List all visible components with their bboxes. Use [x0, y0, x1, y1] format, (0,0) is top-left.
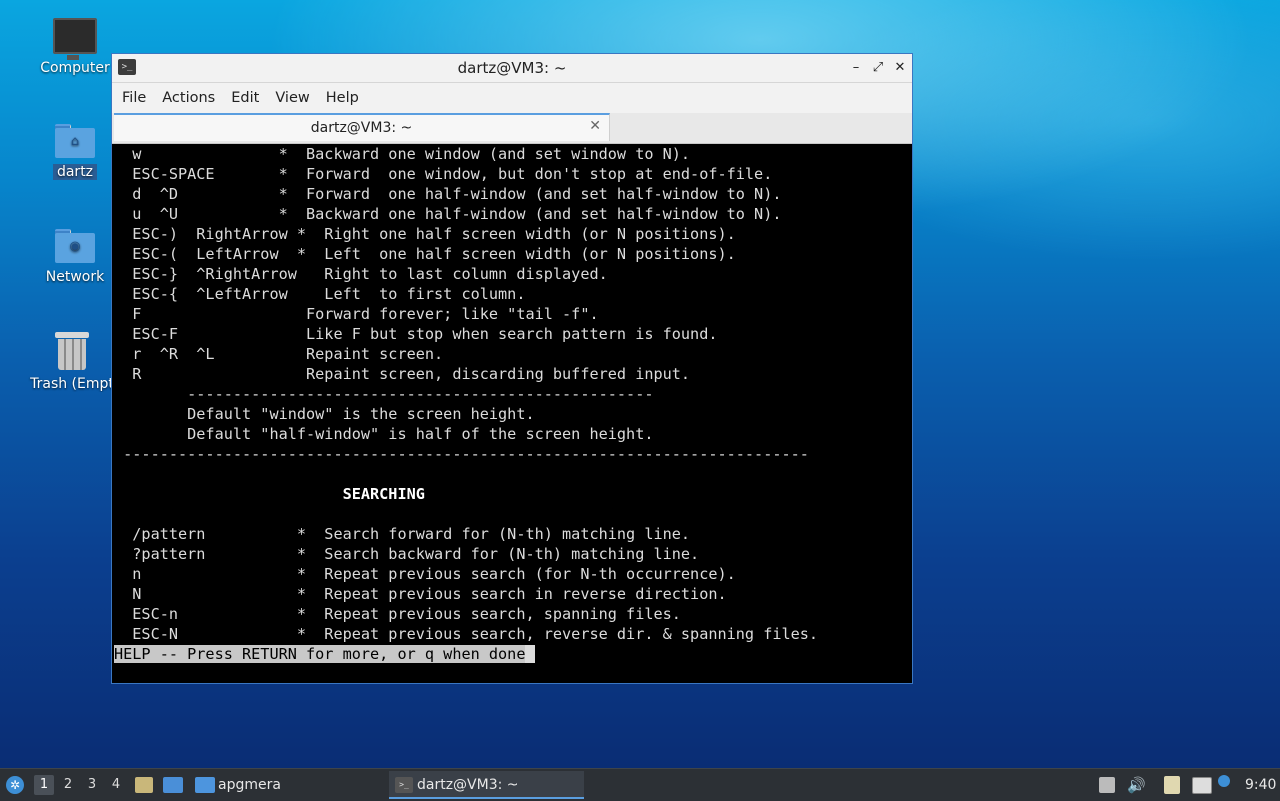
terminal-line: Default "window" is the screen height.: [114, 405, 535, 423]
desktop-icon-label: dartz: [30, 164, 120, 180]
window-title: dartz@VM3: ~: [457, 59, 567, 77]
menu-bar: File Actions Edit View Help: [112, 83, 912, 113]
terminal-line: ESC-SPACE * Forward one window, but don'…: [114, 165, 773, 183]
pager-prompt: HELP -- Press RETURN for more, or q when…: [114, 644, 910, 664]
terminal-line: ----------------------------------------…: [114, 445, 809, 463]
terminal-line: F Forward forever; like "tail -f".: [114, 305, 599, 323]
taskbar: ✲ 1 2 3 4 apgmera >_ dartz@VM3: ~ 🔊 9:40: [0, 768, 1280, 801]
terminal-window[interactable]: >_ dartz@VM3: ~ – ⤢ ✕ File Actions Edit …: [111, 53, 913, 684]
minimize-icon[interactable]: –: [846, 58, 866, 78]
desktop-icon-home[interactable]: ⌂ dartz: [30, 124, 120, 180]
desktop-icon-label: Trash (Empt: [30, 376, 114, 392]
clipboard-icon[interactable]: [1164, 776, 1180, 794]
menu-actions[interactable]: Actions: [154, 90, 223, 106]
folder-task-button[interactable]: apgmera: [218, 769, 281, 801]
start-menu-icon[interactable]: ✲: [5, 769, 27, 801]
menu-file[interactable]: File: [114, 90, 154, 106]
terminal-line: ESC-) RightArrow * Right one half screen…: [114, 225, 736, 243]
terminal-line: ESC-( LeftArrow * Left one half screen w…: [114, 245, 736, 263]
notification-icon[interactable]: [1218, 775, 1230, 787]
terminal-cursor: [525, 645, 535, 663]
network-folder-icon: ◉: [55, 229, 95, 263]
desktop-icon-label: Network: [45, 269, 105, 285]
eject-icon[interactable]: [1099, 777, 1115, 793]
workspace-3[interactable]: 3: [82, 775, 102, 795]
tab-label: dartz@VM3: ~: [310, 120, 413, 136]
terminal-line: u ^U * Backward one half-window (and set…: [114, 205, 782, 223]
desktop-icon-label: Computer: [40, 60, 110, 76]
terminal-line: ESC-N * Repeat previous search, reverse …: [114, 625, 819, 643]
file-manager-launcher-icon[interactable]: [135, 777, 153, 793]
menu-view[interactable]: View: [267, 90, 317, 106]
terminal-line: d ^D * Forward one half-window (and set …: [114, 185, 782, 203]
terminal-task-icon: >_: [395, 777, 413, 793]
terminal-line: ESC-n * Repeat previous search, spanning…: [114, 605, 681, 623]
computer-icon: [53, 18, 97, 60]
maximize-icon[interactable]: ⤢: [868, 58, 888, 78]
network-status-icon[interactable]: [1192, 777, 1212, 794]
show-desktop-icon[interactable]: [163, 777, 183, 793]
terminal-task-label: dartz@VM3: ~: [417, 777, 519, 793]
terminal-line: Default "half-window" is half of the scr…: [114, 425, 654, 443]
workspace-4[interactable]: 4: [106, 775, 126, 795]
menu-help[interactable]: Help: [318, 90, 367, 106]
terminal-task-button[interactable]: >_ dartz@VM3: ~: [389, 771, 584, 799]
folder-task-icon: [195, 777, 215, 793]
terminal-line: SEARCHING: [114, 485, 425, 503]
terminal-line: n * Repeat previous search (for N-th occ…: [114, 565, 736, 583]
terminal-line: ESC-F Like F but stop when search patter…: [114, 325, 718, 343]
close-icon[interactable]: ✕: [890, 58, 910, 78]
tab-bar: dartz@VM3: ~ ✕: [112, 113, 912, 144]
terminal-line: /pattern * Search forward for (N-th) mat…: [114, 525, 691, 543]
desktop-icon-trash[interactable]: Trash (Empt: [24, 332, 120, 392]
clock[interactable]: 9:40: [1245, 769, 1276, 801]
terminal-line: R Repaint screen, discarding buffered in…: [114, 365, 691, 383]
terminal-output[interactable]: w * Backward one window (and set window …: [114, 144, 910, 674]
tab-close-icon[interactable]: ✕: [589, 118, 601, 134]
menu-edit[interactable]: Edit: [223, 90, 267, 106]
trash-icon: [55, 332, 89, 370]
home-folder-icon: ⌂: [55, 124, 95, 158]
terminal-line: N * Repeat previous search in reverse di…: [114, 585, 727, 603]
desktop-icon-network[interactable]: ◉ Network: [30, 229, 120, 285]
desktop-icon-computer[interactable]: Computer: [30, 18, 120, 76]
terminal-line: w * Backward one window (and set window …: [114, 145, 691, 163]
window-titlebar[interactable]: >_ dartz@VM3: ~ – ⤢ ✕: [112, 54, 912, 83]
workspace-1[interactable]: 1: [34, 775, 54, 795]
terminal-line: ESC-{ ^LeftArrow Left to first column.: [114, 285, 526, 303]
volume-icon[interactable]: 🔊: [1127, 769, 1146, 801]
terminal-tab[interactable]: dartz@VM3: ~ ✕: [114, 113, 610, 141]
terminal-line: ----------------------------------------…: [114, 385, 654, 403]
workspace-2[interactable]: 2: [58, 775, 78, 795]
terminal-line: r ^R ^L Repaint screen.: [114, 345, 444, 363]
terminal-line: ESC-} ^RightArrow Right to last column d…: [114, 265, 608, 283]
terminal-line: ?pattern * Search backward for (N-th) ma…: [114, 545, 700, 563]
